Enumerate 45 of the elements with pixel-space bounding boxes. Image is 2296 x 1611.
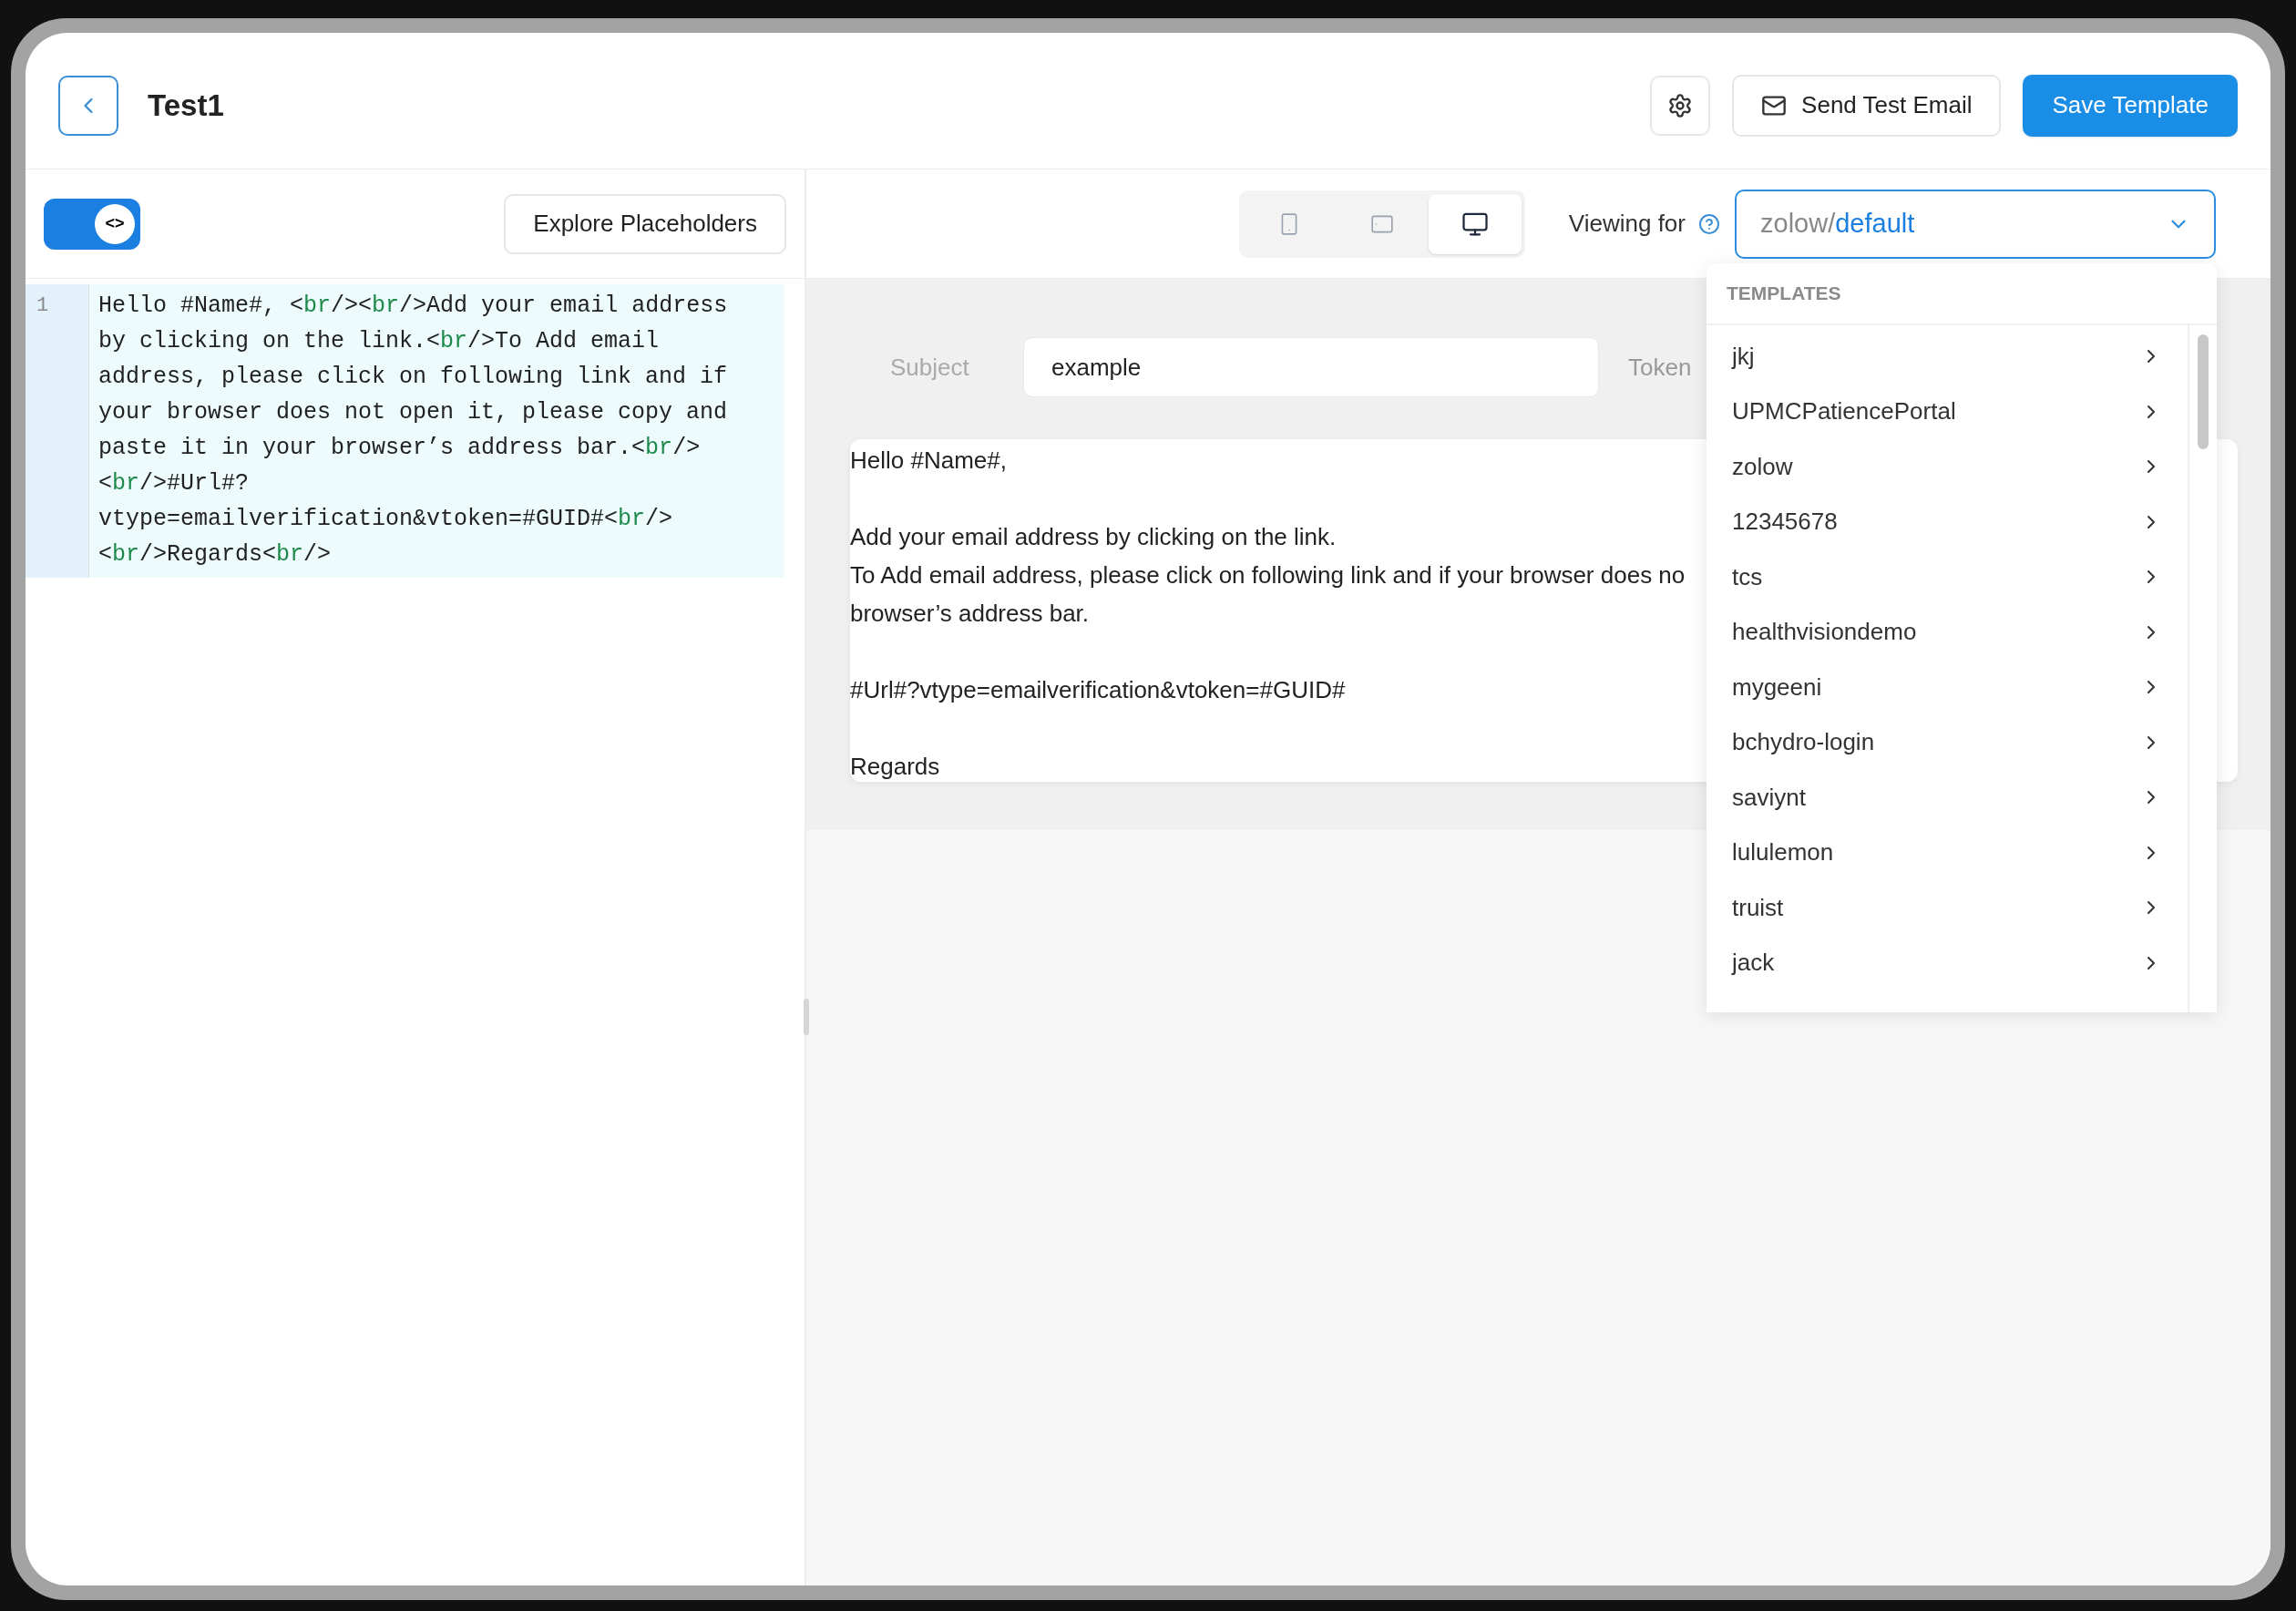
email-text-line: Regards (850, 752, 940, 782)
template-item[interactable]: jack (1707, 935, 2188, 990)
viewing-for-label: Viewing for (1568, 209, 1686, 239)
code-toggle[interactable]: <> (44, 198, 140, 250)
email-text-line: #Url#?vtype=emailverification&vtoken=#GUID# (850, 675, 1346, 705)
token-label: Token (1628, 352, 1692, 383)
template-item[interactable]: healthvisiondemo (1707, 604, 2188, 660)
template-title: Test1 (148, 87, 224, 124)
subject-label: Subject (890, 352, 970, 383)
dropdown-heading: TEMPLATES (1727, 282, 1841, 306)
template-item[interactable]: bchydro-login (1707, 714, 2188, 770)
code-line: by clicking on the link.<br/>To Add email (98, 327, 660, 356)
template-item[interactable]: zolow (1707, 439, 2188, 495)
settings-icon (1667, 92, 1694, 118)
template-item[interactable]: saviynt (1707, 770, 2188, 826)
email-text-line: browser’s address bar. (850, 599, 1090, 629)
template-item[interactable]: UPMCPatiencePortal (1707, 384, 2188, 439)
code-line: <br/>#Url#? (98, 469, 250, 498)
template-item[interactable]: tcs (1707, 549, 2188, 605)
template-item[interactable]: mygeeni (1707, 660, 2188, 715)
template-item[interactable]: lululemon (1707, 825, 2188, 880)
email-text-line: To Add email address, please click on following link and if your browser does no (850, 560, 1686, 590)
device-tab[interactable] (1428, 193, 1522, 254)
save-template-button[interactable]: Save Template (2023, 74, 2238, 137)
help-icon[interactable] (1698, 212, 1720, 235)
line-number: 1 (36, 294, 49, 317)
settings-button[interactable] (1650, 75, 1711, 136)
code-line: address, please click on following link and if (98, 363, 728, 392)
code-line: <br/>Regards<br/> (98, 540, 332, 569)
explore-placeholders-button[interactable]: Explore Placeholders (504, 193, 786, 254)
resize-handle[interactable] (804, 999, 809, 1035)
code-line: your browser does not open it, please copy and (98, 398, 728, 427)
code-line: Hello #Name#, <br/><br/>Add your email address (98, 292, 728, 321)
template-item[interactable]: truist (1707, 880, 2188, 936)
email-text-line: Hello #Name#, (850, 446, 1007, 476)
code-line: vtype=emailverification&vtoken=#GUID#<br/> (98, 505, 673, 534)
email-text-line: Add your email address by clicking on the link. (850, 522, 1337, 552)
code-line: paste it in your browser’s address bar.<br/> (98, 434, 701, 463)
template-select[interactable]: zolow/default (1735, 189, 2216, 259)
scrollbar[interactable] (2198, 334, 2209, 449)
back-button[interactable] (58, 75, 118, 136)
subject-field[interactable]: example (1023, 337, 1599, 397)
send-test-email-button[interactable]: Send Test Email (1732, 74, 2002, 137)
template-item[interactable]: jkj (1707, 329, 2188, 385)
template-item[interactable]: 12345678 (1707, 494, 2188, 549)
